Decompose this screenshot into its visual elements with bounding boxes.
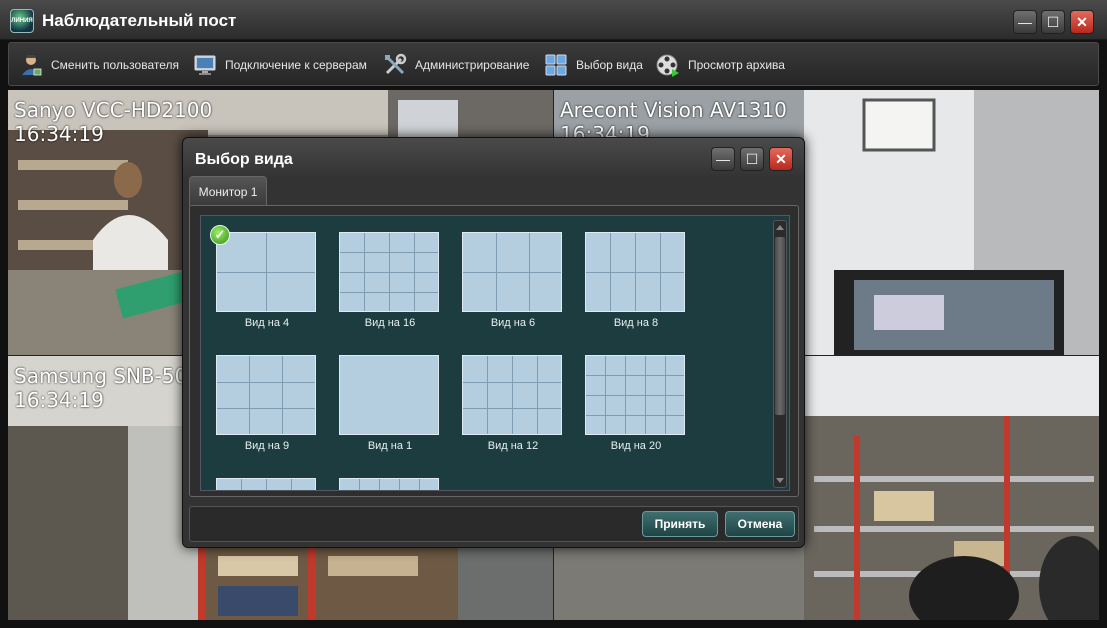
administration-label: Администрирование <box>415 58 530 72</box>
layout-label: Вид на 8 <box>613 317 659 329</box>
camera-1-time: 16:34:19 <box>14 122 104 146</box>
layout-panel: ✓ Вид на 4 Вид на 16 Вид на 6 Вид на 8 В… <box>189 205 799 497</box>
camera-3-name: Samsung SNB-50 <box>14 364 188 388</box>
selected-check-icon: ✓ <box>210 225 230 245</box>
layout-label: Вид на 16 <box>364 317 416 329</box>
layout-option-8[interactable]: Вид на 8 <box>585 232 687 329</box>
close-button[interactable]: ✕ <box>1070 10 1094 34</box>
window-title: Наблюдательный пост <box>42 11 237 30</box>
scroll-thumb[interactable] <box>775 237 785 415</box>
layout-thumb-12 <box>462 355 562 435</box>
film-reel-icon <box>656 53 680 77</box>
dialog-minimize-button[interactable]: — <box>711 147 735 171</box>
dialog-maximize-button[interactable]: ☐ <box>740 147 764 171</box>
select-view-label: Выбор вида <box>576 58 643 72</box>
layout-option-9[interactable]: Вид на 9 <box>216 355 318 452</box>
layout-thumb-9 <box>216 355 316 435</box>
app-logo-icon: ЛИНИЯ <box>10 9 34 33</box>
layout-thumb-8 <box>585 232 685 312</box>
connect-servers-button[interactable]: Подключение к серверам <box>193 51 367 79</box>
dialog-footer: Принять Отмена <box>189 506 799 542</box>
layout-option-12[interactable]: Вид на 12 <box>462 355 564 452</box>
scroll-up-arrow-icon[interactable] <box>776 225 784 230</box>
maximize-button[interactable]: ☐ <box>1041 10 1065 34</box>
layout-option-partial-2[interactable] <box>339 478 441 490</box>
layout-thumb-16 <box>339 232 439 312</box>
layout-thumb-1 <box>339 355 439 435</box>
administration-button[interactable]: Администрирование <box>383 51 529 79</box>
archive-view-button[interactable]: Просмотр архива <box>656 51 785 79</box>
layout-option-1[interactable]: Вид на 1 <box>339 355 441 452</box>
connect-servers-label: Подключение к серверам <box>225 58 367 72</box>
layout-grid: ✓ Вид на 4 Вид на 16 Вид на 6 Вид на 8 В… <box>200 215 790 491</box>
monitor-icon <box>193 53 217 77</box>
dialog-close-button[interactable]: ✕ <box>769 147 793 171</box>
layout-label: Вид на 9 <box>244 440 290 452</box>
layout-label: Вид на 4 <box>244 317 290 329</box>
switch-user-button[interactable]: Сменить пользователя <box>19 51 179 79</box>
scroll-down-arrow-icon[interactable] <box>776 478 784 483</box>
layout-thumb-partial-1 <box>216 478 316 490</box>
dialog-title: Выбор вида <box>195 151 293 168</box>
tab-monitor-1[interactable]: Монитор 1 <box>189 176 267 206</box>
layout-label: Вид на 6 <box>490 317 536 329</box>
layout-thumb-20 <box>585 355 685 435</box>
camera-3-time: 16:34:19 <box>14 388 104 412</box>
layout-thumb-4 <box>216 232 316 312</box>
camera-3-overlay: Samsung SNB-50 16:34:19 <box>14 364 187 412</box>
minimize-button[interactable]: — <box>1013 10 1037 34</box>
layout-thumb-6 <box>462 232 562 312</box>
camera-2-name: Arecont Vision AV1310 <box>560 98 787 122</box>
layout-label: Вид на 20 <box>610 440 662 452</box>
layout-label: Вид на 12 <box>487 440 539 452</box>
switch-user-label: Сменить пользователя <box>51 58 179 72</box>
layout-thumb-partial-2 <box>339 478 439 490</box>
accept-button[interactable]: Принять <box>642 511 718 537</box>
cancel-button[interactable]: Отмена <box>725 511 795 537</box>
layout-option-20[interactable]: Вид на 20 <box>585 355 687 452</box>
layout-option-6[interactable]: Вид на 6 <box>462 232 564 329</box>
layout-scrollbar[interactable] <box>773 220 787 488</box>
archive-view-label: Просмотр архива <box>688 58 785 72</box>
layout-option-16[interactable]: Вид на 16 <box>339 232 441 329</box>
layout-option-partial-1[interactable] <box>216 478 318 490</box>
camera-1-name: Sanyo VCC-HD2100 <box>14 98 213 122</box>
user-icon <box>19 53 43 77</box>
select-view-button[interactable]: Выбор вида <box>544 51 643 79</box>
tools-icon <box>383 53 407 77</box>
layout-label: Вид на 1 <box>367 440 413 452</box>
select-view-dialog: Выбор вида — ☐ ✕ Монитор 1 ✓ Вид на 4 Ви… <box>182 137 805 548</box>
layout-option-4[interactable]: ✓ Вид на 4 <box>210 225 318 329</box>
title-bar: ЛИНИЯ Наблюдательный пост — ☐ ✕ <box>0 0 1107 40</box>
main-toolbar: Сменить пользователя Подключение к серве… <box>8 42 1099 86</box>
layout-grid-icon <box>544 53 568 77</box>
